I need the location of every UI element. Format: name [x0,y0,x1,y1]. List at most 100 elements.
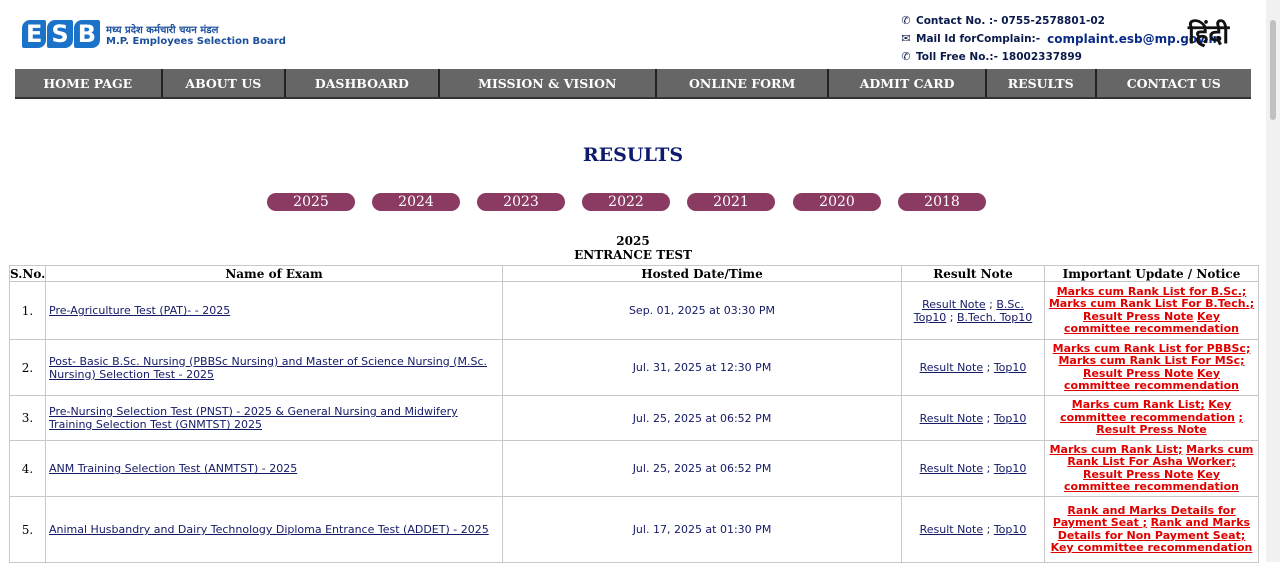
row-result-note: Result Note ; Top10 [901,339,1045,396]
row-exam-cell: Post- Basic B.Sc. Nursing (PBBSc Nursing… [45,339,503,396]
table-row: 1. Pre-Agriculture Test (PAT)- - 2025 Sep.… [9,281,1259,340]
table-row: 2. Post- Basic B.Sc. Nursing (PBBSc Nursi… [9,339,1259,396]
result-note-link[interactable]: Top10 [994,462,1027,475]
notice-link[interactable]: Marks cum Rank List; [1072,398,1205,412]
separator: ; [983,462,994,475]
contact-phone: Contact No. :- 0755-2578801-02 [916,15,1105,27]
separator: ; [946,310,958,324]
result-note-link[interactable]: Top10 [994,412,1027,425]
esb-logo-mark: E S B [22,20,100,48]
exam-name-link[interactable]: Pre-Nursing Selection Test (PNST) - 2025… [49,405,458,431]
row-hosted-date: Jul. 31, 2025 at 12:30 PM [502,339,902,396]
row-hosted-date: Jul. 17, 2025 at 01:30 PM [502,496,902,563]
notice-link[interactable]: ; [1239,411,1243,424]
main-nav: HOME PAGE ABOUT US DASHBOARD MISSION & V… [15,69,1251,99]
year-tab-2024[interactable]: 2024 [372,193,460,211]
row-hosted-date: Jul. 25, 2025 at 06:52 PM [502,440,902,497]
toll-free: Toll Free No.:- 18002337899 [916,51,1082,63]
org-name-hindi: मध्य प्रदेश कर्मचारी चयन मंडल [106,24,219,36]
year-tab-2022[interactable]: 2022 [582,193,670,211]
logo-text: मध्य प्रदेश कर्मचारी चयन मंडल M.P. Emplo… [106,22,286,47]
table-row: 3. Pre-Nursing Selection Test (PNST) - 20… [9,395,1259,441]
notice-link[interactable]: Marks cum Rank List for B.Sc.; [1057,285,1247,298]
esb-logo[interactable]: E S B मध्य प्रदेश कर्मचारी चयन मंडल M.P.… [22,20,286,48]
notice-link[interactable]: Result Press Note [1096,423,1207,437]
row-important-notice: Marks cum Rank List; Key committee recom… [1044,395,1259,441]
page-scrollbar[interactable] [1266,0,1280,562]
logo-letter-e: E [22,20,47,48]
header-exam-name: Name of Exam [45,265,503,282]
row-result-note: Result Note ; Top10 [901,440,1045,497]
table-row: 4. ANM Training Selection Test (ANMTST) -… [9,440,1259,497]
result-note-link[interactable]: Result Note [920,361,984,374]
nav-dashboard[interactable]: DASHBOARD [286,69,440,97]
row-important-notice: Marks cum Rank List for B.Sc.; Marks cum… [1044,281,1259,340]
result-note-link[interactable]: Top10 [994,361,1027,374]
notice-link[interactable]: Result Press Note [1083,367,1194,380]
row-exam-cell: Animal Husbandry and Dairy Technology Di… [45,496,503,563]
result-note-link[interactable]: Result Note [920,523,984,536]
phone-icon: ✆ [901,14,911,27]
contact-tollfree-row: ✆ Toll Free No.:- 18002337899 [900,48,1221,66]
row-hosted-date: Jul. 25, 2025 at 06:52 PM [502,395,902,441]
phone-icon: ✆ [901,50,911,63]
result-note-link[interactable]: B.Tech. Top10 [957,311,1032,324]
result-note-link[interactable]: Result Note [920,412,984,425]
year-tab-2025[interactable]: 2025 [267,193,355,211]
mail-label: Mail Id forComplain:- [916,33,1041,45]
logo-letter-b: B [73,20,100,48]
nav-mission-vision[interactable]: MISSION & VISION [440,69,657,97]
year-tab-2023[interactable]: 2023 [477,193,565,211]
result-note-link[interactable]: Result Note [920,462,984,475]
row-sno: 5. [9,496,46,563]
row-important-notice: Marks cum Rank List for PBBSc; Marks cum… [1044,339,1259,396]
row-exam-cell: ANM Training Selection Test (ANMTST) - 2… [45,440,503,497]
separator: ; [983,361,994,374]
exam-name-link[interactable]: Pre-Agriculture Test (PAT)- - 2025 [49,304,230,317]
results-table-body: 1. Pre-Agriculture Test (PAT)- - 2025 Sep.… [9,281,1259,563]
section-year: 2025 [616,234,650,248]
section-heading: 2025 ENTRANCE TEST [0,234,1266,262]
notice-link[interactable]: Marks cum Rank List For B.Tech.; [1049,297,1254,310]
year-tab-2018[interactable]: 2018 [898,193,986,211]
section-title: ENTRANCE TEST [574,248,692,262]
row-important-notice: Marks cum Rank List; Marks cum Rank List… [1044,440,1259,497]
exam-name-link[interactable]: Post- Basic B.Sc. Nursing (PBBSc Nursing… [49,355,487,381]
nav-about[interactable]: ABOUT US [163,69,287,97]
page-title: RESULTS [582,144,684,166]
contact-mail-row: ✉ Mail Id forComplain:- complaint.esb@mp… [900,30,1221,48]
separator: ; [985,297,997,311]
table-row: 5. Animal Husbandry and Dairy Technology … [9,496,1259,563]
mail-hand-icon: ✉ [901,32,911,45]
nav-admit-card[interactable]: ADMIT CARD [829,69,987,97]
nav-home[interactable]: HOME PAGE [15,69,163,97]
nav-online-form[interactable]: ONLINE FORM [657,69,830,97]
row-sno: 3. [9,395,46,441]
notice-link[interactable]: Result Press Note [1083,310,1194,323]
nav-results[interactable]: RESULTS [987,69,1097,97]
row-sno: 2. [9,339,46,396]
exam-name-link[interactable]: Animal Husbandry and Dairy Technology Di… [49,523,489,536]
results-table: S.No. Name of Exam Hosted Date/Time Resu… [9,265,1259,563]
year-tab-2021[interactable]: 2021 [687,193,775,211]
row-result-note: Result Note ; Top10 [901,496,1045,563]
notice-link[interactable]: Result Press Note [1083,468,1194,481]
nav-contact[interactable]: CONTACT US [1097,69,1252,97]
row-result-note: Result Note ; B.Sc. Top10 ; B.Tech. Top1… [901,281,1045,340]
hindi-language-link[interactable]: हिंदी [1188,18,1229,52]
separator: ; [983,523,994,536]
logo-letter-s: S [47,20,73,48]
header-sno: S.No. [9,265,46,282]
scrollbar-thumb[interactable] [1270,20,1276,120]
notice-link[interactable]: Key committee recommendation [1051,541,1253,554]
row-exam-cell: Pre-Agriculture Test (PAT)- - 2025 [45,281,503,340]
header-important-update: Important Update / Notice [1044,265,1259,282]
notice-link[interactable]: Marks cum Rank List; [1050,443,1183,456]
notice-link[interactable]: Marks cum Rank List for PBBSc; [1053,342,1251,355]
result-note-link[interactable]: Top10 [994,523,1027,536]
result-note-link[interactable]: Result Note [922,298,986,311]
row-result-note: Result Note ; Top10 [901,395,1045,441]
exam-name-link[interactable]: ANM Training Selection Test (ANMTST) - 2… [49,462,297,475]
year-tab-2020[interactable]: 2020 [793,193,881,211]
notice-link[interactable]: Marks cum Rank List For MSc; [1058,354,1244,367]
